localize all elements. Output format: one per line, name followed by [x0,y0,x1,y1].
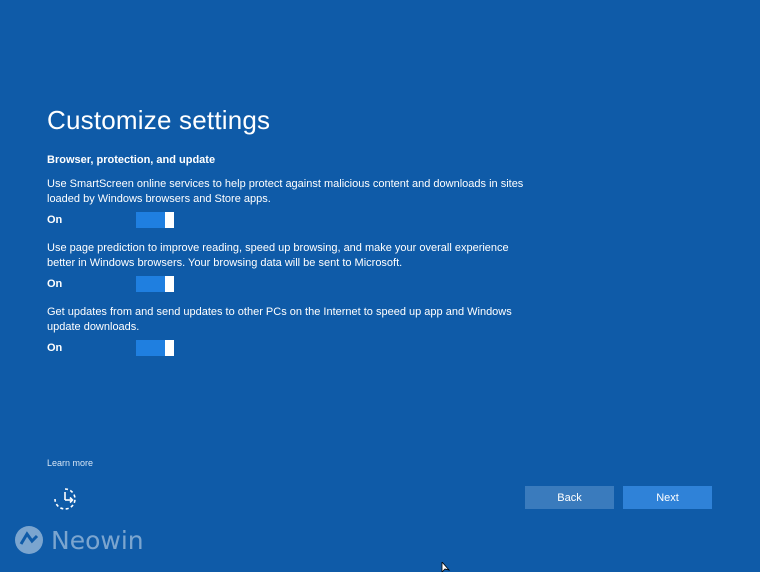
toggle-state-label: On [47,214,63,226]
toggle-thumb [165,276,174,292]
setting-description: Use page prediction to improve reading, … [47,242,509,269]
toggle-thumb [165,212,174,228]
neowin-watermark: Neowin [14,525,144,555]
watermark-text: Neowin [51,525,144,555]
section-title: Browser, protection, and update [47,154,216,166]
setting-description: Use SmartScreen online services to help … [47,178,524,205]
toggle-row: On [47,212,537,228]
smartscreen-toggle[interactable] [136,212,174,228]
toggle-thumb [165,340,174,356]
toggle-state-label: On [47,278,63,290]
mouse-cursor-icon [441,562,451,572]
setting-update-delivery: Get updates from and send updates to oth… [47,305,537,356]
learn-more-link[interactable]: Learn more [47,458,93,468]
setting-page-prediction: Use page prediction to improve reading, … [47,241,537,292]
update-delivery-toggle[interactable] [136,340,174,356]
setting-smartscreen: Use SmartScreen online services to help … [47,177,537,228]
back-button[interactable]: Back [525,486,614,509]
neowin-logo-icon [15,526,43,554]
next-button[interactable]: Next [623,486,712,509]
toggle-row: On [47,340,537,356]
page-title: Customize settings [47,105,271,135]
toggle-row: On [47,276,537,292]
page-prediction-toggle[interactable] [136,276,174,292]
setting-description: Get updates from and send updates to oth… [47,306,512,333]
toggle-state-label: On [47,342,63,354]
ease-of-access-icon[interactable] [52,486,78,512]
